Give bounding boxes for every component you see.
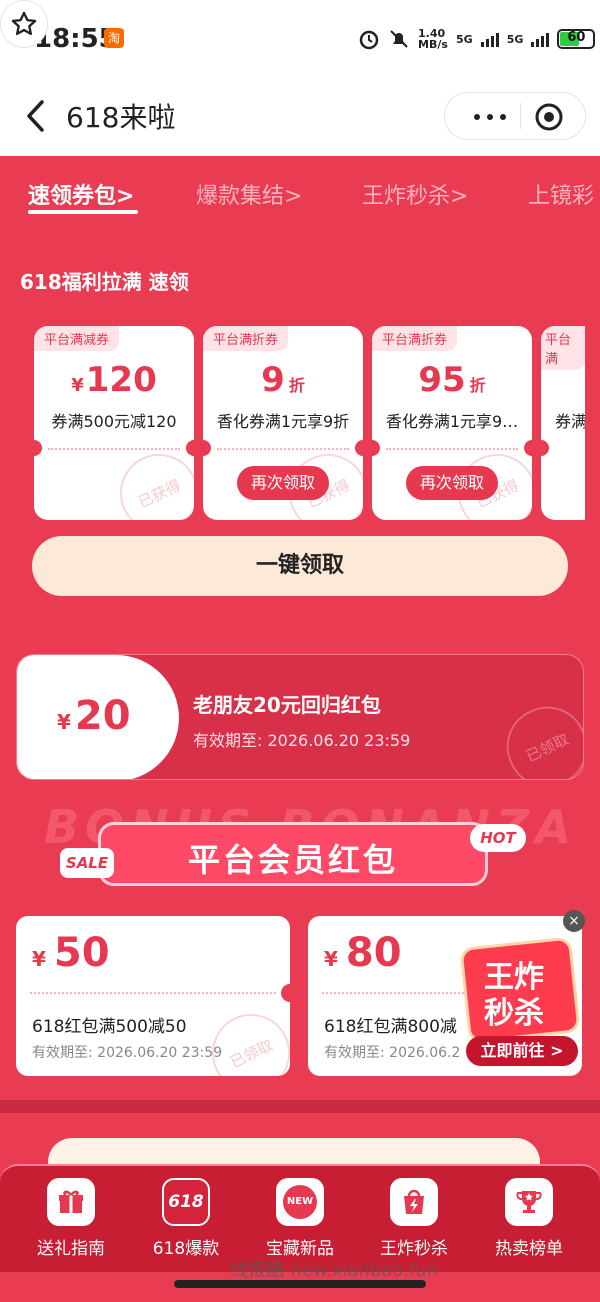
coupon-divider (217, 448, 349, 450)
sale-badge: SALE (60, 848, 114, 878)
coupon-desc: 香化券满1元享9折 (216, 412, 350, 431)
packet-divider (30, 992, 276, 994)
coupon-amount: ¥120 (71, 360, 157, 400)
tabbar-label: 618爆款 (152, 1239, 220, 1259)
one-click-claim-button[interactable]: 一键领取 (32, 536, 568, 596)
reclaim-button[interactable]: 再次领取 (406, 466, 498, 500)
coupon-amount: 9折 (261, 360, 305, 400)
claimed-stamp: 已领取 (493, 693, 583, 779)
section-title: 618福利拉满 速领 (20, 270, 189, 294)
more-button[interactable] (465, 105, 515, 129)
tab-quick-coupons[interactable]: 速领券包> (28, 178, 134, 210)
tab-flash-sale[interactable]: 王炸秒杀> (362, 178, 468, 210)
member-packet-card[interactable]: ¥50 618红包满500减50 有效期至: 2026.06.20 23:59 … (16, 916, 290, 1076)
coupon-card[interactable]: 平台满减券 ¥120 券满500元减120 已获得 (34, 326, 194, 520)
tabbar-item-flash-sale[interactable]: 王炸秒杀 (359, 1172, 469, 1262)
packet-validity: 有效期至: 2026.06.2 (324, 1045, 461, 1061)
alarm-icon (359, 30, 379, 50)
hot-badge: HOT (470, 824, 526, 852)
new-badge-icon: NEW (276, 1178, 324, 1226)
reclaim-button[interactable]: 再次领取 (237, 466, 329, 500)
go-now-button[interactable]: 立即前往 > (466, 1036, 578, 1066)
signal-icon (531, 31, 550, 47)
coupon-tag: 平台满折券 (372, 326, 458, 351)
coupon-notch (203, 440, 211, 456)
tabbar-item-new-arrivals[interactable]: NEW 宝藏新品 (245, 1172, 355, 1262)
coupon-desc: 券满500元减120 (51, 412, 177, 431)
net-5g-2: 5G (506, 32, 524, 46)
status-icons: 1.40 MB/s 5G 5G 60 (358, 26, 596, 52)
home-indicator[interactable] (174, 1280, 426, 1288)
target-close-icon (535, 103, 563, 131)
tabbar-label: 热卖榜单 (495, 1239, 563, 1259)
coupon-card-partial[interactable]: 平台满 券满 (541, 326, 585, 520)
tab-active-underline (28, 210, 138, 214)
tabbar-item-618-hits[interactable]: 618 618爆款 (131, 1172, 241, 1262)
trophy-icon (505, 1178, 553, 1226)
packet-amount: ¥20 (57, 693, 131, 739)
more-dots-icon (474, 114, 506, 120)
coupon-notch (372, 440, 380, 456)
flash-ad-line2: 秒杀 (484, 996, 544, 1031)
obtained-stamp: 已获得 (107, 441, 194, 520)
packet-title: 618红包满500减50 (32, 1017, 187, 1037)
section-divider (0, 1100, 600, 1114)
taobao-badge-icon: 淘 (104, 28, 124, 48)
coupon-tag: 平台满减券 (34, 326, 120, 351)
coupon-card[interactable]: 平台满折券 9折 香化券满1元享9折 已获得 再次领取 (203, 326, 363, 520)
packet-title: 老朋友20元回归红包 (193, 693, 381, 717)
coupon-desc: 券满 (555, 412, 585, 431)
tab-hot-items[interactable]: 爆款集结> (196, 178, 302, 210)
coupon-notch (541, 440, 549, 456)
flash-sale-floating-ad[interactable]: 王炸 秒杀 立即前往 > (456, 924, 581, 1070)
coupon-tag: 平台满 (541, 326, 585, 370)
packet-notch (281, 984, 290, 1002)
coupon-notch (34, 440, 42, 456)
close-miniapp-button[interactable] (533, 101, 565, 133)
battery-icon: 60 (557, 29, 596, 49)
back-arrow-icon[interactable] (22, 96, 48, 136)
coupon-notch (524, 440, 532, 456)
status-bar: 18:55 淘 1.40 MB/s 5G 5G 60 (0, 0, 600, 78)
net-speed: 1.40 MB/s (418, 27, 448, 51)
packet-validity: 有效期至: 2026.06.20 23:59 (193, 731, 411, 750)
coupon-divider (48, 448, 180, 450)
coupon-notch (186, 440, 194, 456)
tabbar-item-gift-guide[interactable]: 送礼指南 (16, 1172, 126, 1262)
returning-friend-packet[interactable]: ¥20 老朋友20元回归红包 有效期至: 2026.06.20 23:59 已领… (16, 654, 584, 780)
watermark: 线报酷-new.xianbao.fun (230, 1260, 438, 1281)
packet-amount: ¥50 (32, 930, 110, 976)
page-title: 618来啦 (66, 101, 176, 134)
capsule-divider (520, 103, 521, 129)
star-icon (11, 11, 37, 36)
coupon-notch (355, 440, 363, 456)
coupon-divider (386, 448, 518, 450)
packet-validity: 有效期至: 2026.06.20 23:59 (32, 1045, 223, 1061)
member-banner: 平台会员红包 (98, 822, 488, 886)
tabbar-item-best-sellers[interactable]: 热卖榜单 (474, 1172, 584, 1262)
coupon-card[interactable]: 平台满折券 95 折 香化券满1元享9… 已获得 再次领取 (372, 326, 532, 520)
tabbar-label: 送礼指南 (37, 1239, 105, 1259)
gift-icon (47, 1178, 95, 1226)
lightning-bag-icon (390, 1178, 438, 1226)
packet-amount: ¥80 (324, 930, 402, 976)
mini-app-capsule (444, 92, 586, 140)
favorite-button[interactable] (0, 0, 48, 48)
member-banner-title: 平台会员红包 (187, 841, 398, 879)
signal-icon (480, 31, 499, 47)
618-icon: 618 (162, 1178, 210, 1226)
tab-makeup[interactable]: 上镜彩 (528, 178, 594, 210)
packet-title: 618红包满800减 (324, 1017, 457, 1037)
coupon-desc: 香化券满1元享9… (385, 412, 519, 431)
close-ad-icon[interactable]: × (563, 910, 585, 932)
net-5g-1: 5G (456, 32, 473, 46)
mute-icon (390, 30, 408, 48)
claimed-stamp: 已领取 (199, 1001, 290, 1076)
coupon-tag: 平台满折券 (203, 326, 289, 351)
coupon-amount: 95 折 (418, 360, 486, 400)
packet-amount-panel: ¥20 (17, 655, 179, 779)
